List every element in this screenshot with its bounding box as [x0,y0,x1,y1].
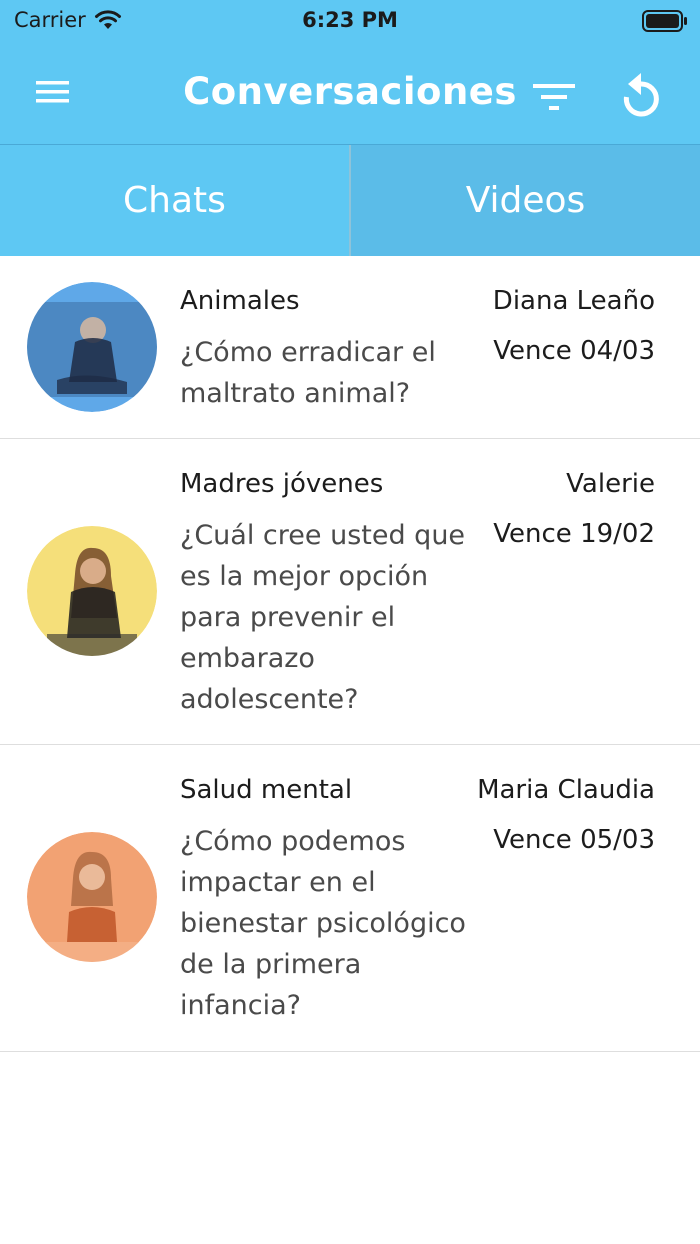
conversation-topic: Animales [180,286,300,316]
header: Carrier 6:23 PM Conversaciones [0,0,700,145]
conversation-author: Diana Leaño [492,286,655,316]
avatar [27,526,157,656]
refresh-icon[interactable] [618,70,664,120]
conversation-row[interactable]: Salud mental ¿Cómo podemos impactar en e… [0,745,700,1052]
conversation-due-date: Vence 04/03 [493,336,655,366]
tab-chats-label: Chats [123,180,226,221]
conversation-author: Valerie [566,469,655,499]
conversation-question: ¿Cómo podemos impactar en el bienestar p… [180,826,466,1021]
page-title: Conversaciones [183,70,517,113]
status-time: 6:23 PM [302,8,398,32]
filter-icon[interactable] [531,80,577,114]
battery-icon [642,10,687,32]
conversation-list: Animales ¿Cómo erradicar el maltrato ani… [0,256,700,1052]
conversation-topic: Salud mental [180,775,353,805]
conversations-screen: Carrier 6:23 PM Conversaciones Chats Vid… [0,0,700,1244]
nav-bar: Conversaciones [0,42,700,145]
conversation-row[interactable]: Animales ¿Cómo erradicar el maltrato ani… [0,256,700,439]
conversation-topic: Madres jóvenes [180,469,384,499]
avatar [27,832,157,962]
conversation-question: ¿Cuál cree usted que es la mejor opción … [180,520,466,715]
avatar [27,282,157,412]
tab-chats[interactable]: Chats [0,145,351,256]
status-bar: Carrier 6:23 PM [0,0,700,42]
tab-videos-label: Videos [465,180,586,221]
conversation-due-date: Vence 19/02 [493,519,655,549]
tab-bar: Chats Videos [0,145,700,256]
conversation-due-date: Vence 05/03 [493,825,655,855]
conversation-author: Maria Claudia [477,775,655,805]
tab-videos[interactable]: Videos [351,145,700,256]
conversation-question: ¿Cómo erradicar el maltrato animal? [180,337,436,409]
conversation-row[interactable]: Madres jóvenes ¿Cuál cree usted que es l… [0,439,700,745]
